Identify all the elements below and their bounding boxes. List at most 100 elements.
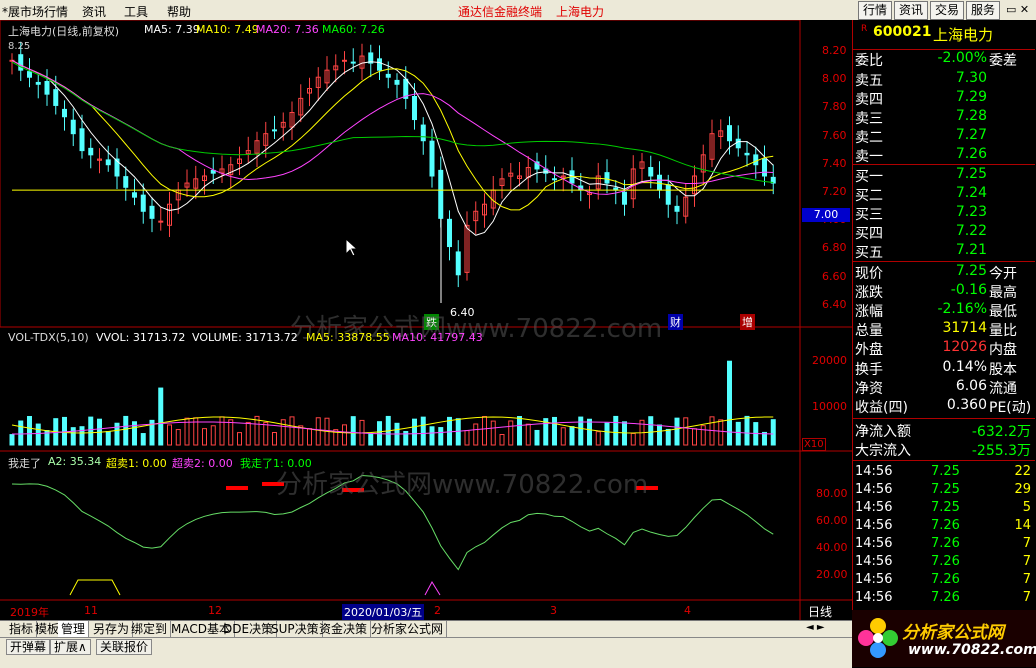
- btn-service[interactable]: 服务: [966, 1, 1000, 20]
- danmu-button[interactable]: 开弹幕: [6, 639, 51, 655]
- tick-time: 14:56: [855, 536, 893, 551]
- menu-tools[interactable]: 工具: [124, 3, 148, 20]
- tick-row: 14:56 7.26 7: [853, 590, 1035, 608]
- tab-2[interactable]: 管理: [58, 621, 90, 637]
- related-quote-button[interactable]: 关联报价: [96, 639, 153, 655]
- candle-body: [70, 119, 76, 135]
- candle-body: [412, 96, 417, 121]
- ask-price: 7.26: [955, 146, 987, 162]
- bid-price: 7.24: [955, 185, 987, 201]
- volume-bar: [27, 416, 32, 446]
- vol-scale: X10: [802, 438, 826, 451]
- bid-price: 7.23: [955, 204, 987, 220]
- tick-time: 14:56: [855, 500, 893, 515]
- stat2-row: 收益(四) 0.360 PE(动): [853, 397, 1035, 416]
- btn-news[interactable]: 资讯: [894, 1, 928, 20]
- terminal-title: 通达信金融终端: [458, 5, 543, 19]
- tab-3[interactable]: 另存为: [90, 621, 134, 637]
- bid-price: 7.21: [955, 242, 987, 258]
- tab-9[interactable]: 分析家公式网: [368, 621, 448, 637]
- ask-label: 卖四: [855, 92, 883, 108]
- tick-divider: [853, 460, 1035, 461]
- volume-bar: [228, 419, 234, 446]
- ask-row: 卖三 7.28: [853, 108, 1035, 127]
- tab-7[interactable]: SUP决策: [268, 621, 323, 637]
- ma20-label: MA20: 7.36: [256, 23, 319, 36]
- ask-label: 卖三: [855, 111, 883, 127]
- ma60-label: MA60: 7.26: [322, 23, 385, 36]
- volume-bar: [62, 416, 67, 446]
- stock-code: 600021: [873, 24, 932, 40]
- volume-bar: [105, 431, 111, 446]
- candle-body: [88, 147, 94, 156]
- expand-button[interactable]: 扩展∧: [50, 639, 91, 655]
- ask-label: 卖一: [855, 149, 883, 165]
- tick-price: 7.26: [931, 590, 960, 605]
- tick-row: 14:56 7.25 5: [853, 500, 1035, 518]
- stats-divider: [853, 261, 1035, 262]
- volume-bar: [770, 419, 776, 446]
- stat-value: 31714: [942, 320, 987, 336]
- volume-bar: [534, 429, 540, 446]
- tab-8[interactable]: 资金决策: [316, 621, 372, 637]
- chart-area[interactable]: 上海电力(日线,前复权) MA5: 7.39 MA10: 7.49 MA20: …: [0, 20, 852, 620]
- menu-news[interactable]: 资讯: [82, 3, 106, 20]
- stat-label: 涨跌: [855, 285, 883, 301]
- ind-axis-40: 40.00: [816, 541, 848, 554]
- volume-bar: [578, 416, 584, 446]
- stock-title: 上海电力: [556, 5, 605, 19]
- candle-body: [552, 178, 557, 181]
- tick-volume: 7: [1022, 572, 1031, 587]
- stat-label2: 今开: [989, 266, 1017, 282]
- ask-row: 卖一 7.26: [853, 146, 1035, 165]
- volume-bar: [114, 422, 120, 446]
- volume-bar: [692, 428, 697, 446]
- tick-row: 14:56 7.26 7: [853, 572, 1035, 590]
- stat-label: 现价: [855, 266, 883, 282]
- candle-body: [735, 138, 741, 149]
- volume-bar: [552, 416, 557, 446]
- period-label[interactable]: 日线: [808, 603, 832, 620]
- market-menu[interactable]: *展市场行情: [2, 3, 68, 20]
- btn-quote[interactable]: 行情: [858, 1, 892, 20]
- oversold-marker: [424, 580, 441, 596]
- candle-body: [272, 129, 277, 132]
- price-axis-label: 6.80: [822, 241, 847, 255]
- event-mark-finance[interactable]: 财: [668, 314, 683, 330]
- btn-trade[interactable]: 交易: [930, 1, 964, 20]
- candle-body: [429, 140, 435, 177]
- candle-body: [53, 89, 59, 106]
- tick-price: 7.25: [931, 482, 960, 497]
- ind-axis-20: 20.00: [816, 568, 848, 581]
- volume-bar: [508, 420, 514, 446]
- site-logo: 分析家公式网 www.70822.com: [852, 610, 1036, 667]
- menu-help[interactable]: 帮助: [167, 3, 191, 20]
- event-mark-increase[interactable]: 增: [740, 314, 755, 330]
- candle-body: [123, 176, 129, 188]
- window-controls[interactable]: ▭ ✕: [1006, 3, 1029, 16]
- volume-bar: [18, 420, 24, 446]
- bid-price: 7.25: [955, 166, 987, 182]
- volume-bar: [412, 418, 417, 446]
- candle-body: [394, 79, 400, 85]
- flow-row: 大宗流入 -255.3万: [853, 440, 1035, 459]
- tab-4[interactable]: 绑定到: [128, 621, 172, 637]
- date-label-12: 12: [208, 604, 222, 617]
- bid-label: 买五: [855, 245, 883, 261]
- candle-body: [158, 220, 164, 223]
- tabs-scroll-arrows[interactable]: ◄ ►: [806, 622, 825, 633]
- flow-divider: [853, 418, 1035, 419]
- volume-bar: [70, 427, 76, 446]
- stat2-value: 0.14%: [942, 359, 987, 375]
- volume-bar: [35, 423, 41, 446]
- menu-bar: *展市场行情 资讯 工具 帮助 通达信金融终端 上海电力 行情 资讯 交易 服务…: [0, 0, 1036, 21]
- price-axis-label: 8.00: [822, 72, 847, 86]
- book-divider: [853, 164, 1035, 165]
- vol-ma10-label: MA10: 41797.43: [392, 331, 483, 344]
- mouse-cursor-icon: [345, 238, 359, 257]
- bid-price: 7.22: [955, 223, 987, 239]
- bid-row: 买二 7.24: [853, 185, 1035, 204]
- volume-bar: [254, 415, 260, 446]
- stat-label: 外盘: [855, 342, 883, 358]
- volume-bar: [595, 431, 601, 446]
